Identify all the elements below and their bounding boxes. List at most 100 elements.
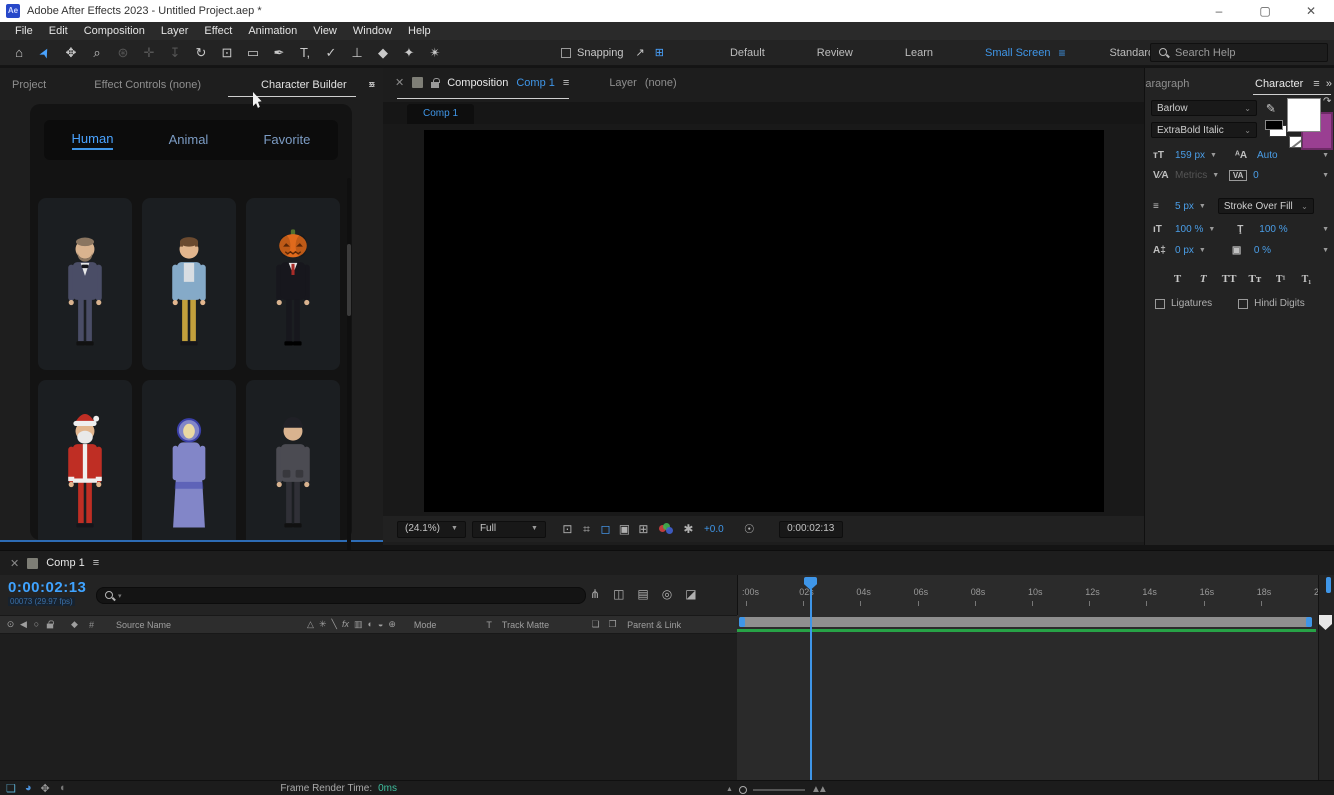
right-panel-overflow[interactable]: » — [1326, 78, 1330, 90]
zoom-slider-track[interactable] — [753, 789, 805, 791]
minimize-button[interactable]: – — [1196, 0, 1242, 22]
frame-blend-icon[interactable]: ▥ — [354, 619, 363, 630]
character-man-blue-jacket-mustard-pants[interactable] — [142, 198, 236, 370]
work-area-start-handle[interactable] — [739, 617, 745, 627]
fill-color-swatch[interactable] — [1287, 98, 1321, 132]
character-panel-menu-icon[interactable]: ≡ — [1313, 78, 1319, 90]
magnification-dropdown[interactable]: (24.1%)▼ — [397, 521, 466, 538]
kerning-value[interactable]: Metrics — [1175, 170, 1207, 181]
menu-edit[interactable]: Edit — [42, 25, 75, 37]
clone-stamp-tool[interactable]: ⊥ — [346, 43, 368, 63]
parent-pickwhip-icon[interactable]: ❏ — [589, 619, 602, 630]
tab-paragraph[interactable]: Paragraph — [1145, 78, 1197, 90]
pan-camera-tool[interactable]: ✛ — [138, 43, 160, 63]
menu-window[interactable]: Window — [346, 25, 399, 37]
tab-character[interactable]: Character — [1255, 78, 1303, 90]
timeline-zoom-control[interactable]: ▲ ▲▲ — [726, 784, 825, 795]
workspace-learn[interactable]: Learn — [879, 47, 959, 59]
audio-icon[interactable]: ◀ — [17, 619, 30, 631]
work-area-end-handle[interactable] — [1306, 617, 1312, 627]
puppet-pin-tool[interactable]: ✴ — [424, 43, 446, 63]
kerning-dropdown-arrow[interactable]: ▼ — [1212, 172, 1219, 179]
menu-view[interactable]: View — [306, 25, 344, 37]
view-layout-icon[interactable]: ⊞ — [634, 522, 653, 537]
solo-icon[interactable]: ○ — [30, 619, 43, 631]
superscript-button[interactable]: T¹ — [1270, 274, 1291, 285]
default-fill-stroke-swatch[interactable] — [1265, 120, 1287, 137]
character-man-navy-suit-bowtie[interactable] — [38, 198, 132, 370]
timeline-search-box[interactable]: ▾ — [96, 587, 586, 604]
quality-icon[interactable]: ╲ — [332, 619, 337, 630]
menu-effect[interactable]: Effect — [197, 25, 239, 37]
tsume-value[interactable]: 0 % — [1254, 245, 1271, 256]
motion-blur-icon[interactable]: ◎ — [662, 587, 672, 601]
zoom-out-mountain-icon[interactable]: ▲ — [726, 786, 733, 793]
viewer-timecode[interactable]: 0:00:02:13 — [779, 521, 843, 538]
dolly-camera-tool[interactable]: ↧ — [164, 43, 186, 63]
search-help-box[interactable]: Search Help — [1150, 43, 1328, 62]
hand-tool[interactable]: ✥ — [60, 43, 82, 63]
home-tool[interactable]: ⌂ — [8, 43, 30, 63]
font-size-dropdown-arrow[interactable]: ▼ — [1210, 152, 1217, 159]
category-tab-favorite[interactable]: Favorite — [263, 132, 310, 149]
hindi-digits-checkbox[interactable] — [1238, 299, 1248, 309]
fx-icon[interactable]: fx — [342, 619, 349, 630]
composition-close-icon[interactable]: ✕ — [395, 76, 404, 89]
zoom-in-mountain-icon[interactable]: ▲▲ — [811, 784, 825, 795]
adjustment-icon[interactable]: ◒ — [378, 619, 383, 630]
draft-3d-icon[interactable]: ◫ — [613, 587, 624, 601]
faux-italic-button[interactable]: T — [1193, 273, 1214, 285]
menu-animation[interactable]: Animation — [241, 25, 304, 37]
tab-composition[interactable]: Composition — [447, 77, 508, 89]
workspace-default[interactable]: Default — [704, 47, 791, 59]
font-family-dropdown[interactable]: Barlow⌄ — [1151, 100, 1257, 116]
eraser-tool[interactable]: ◆ — [372, 43, 394, 63]
category-tab-animal[interactable]: Animal — [169, 132, 209, 149]
global-performance-icon[interactable]: ✥ — [41, 782, 50, 795]
label-icon[interactable]: ◆ — [68, 619, 81, 630]
motion-blur-switch-icon[interactable]: ◐ — [367, 619, 372, 630]
tab-effect-controls[interactable]: Effect Controls (none) — [80, 79, 215, 91]
vertical-scrollbar[interactable] — [1326, 577, 1331, 593]
menu-composition[interactable]: Composition — [77, 25, 152, 37]
close-button[interactable]: ✕ — [1288, 0, 1334, 22]
preview-state-icon[interactable]: ◕ — [25, 782, 32, 795]
rotation-tool[interactable]: ↻ — [190, 43, 212, 63]
horizontal-scale-value[interactable]: 100 % — [1259, 224, 1287, 235]
workspace-review[interactable]: Review — [791, 47, 879, 59]
tab-project[interactable]: Project — [0, 79, 60, 91]
vertical-scale-value[interactable]: 100 % — [1175, 224, 1203, 235]
snail-icon[interactable]: ◖ — [59, 782, 66, 795]
tab-layer[interactable]: Layer — [609, 77, 637, 89]
workspace-menu-icon[interactable]: ≡ — [1058, 46, 1065, 60]
track-matte-header[interactable]: Track Matte — [502, 620, 549, 630]
eyedropper-icon[interactable]: ✐ — [1263, 103, 1277, 113]
parent-link-header[interactable]: Parent & Link — [627, 620, 681, 630]
region-icon[interactable]: ▣ — [615, 522, 634, 537]
font-size-value[interactable]: 159 px — [1175, 150, 1205, 161]
tsume-arrow[interactable]: ▼ — [1322, 247, 1329, 254]
snapshot-camera-icon[interactable]: ☉ — [740, 522, 759, 536]
horizontal-scale-arrow[interactable]: ▼ — [1322, 226, 1329, 233]
lock-icon[interactable] — [431, 82, 439, 88]
character-person-gray-jacket-hat[interactable] — [246, 380, 340, 540]
graph-editor-icon[interactable]: ◪ — [685, 587, 696, 601]
snapping-checkbox[interactable] — [561, 48, 571, 58]
layer-list-area[interactable] — [0, 634, 737, 780]
menu-layer[interactable]: Layer — [154, 25, 196, 37]
source-name-header[interactable]: Source Name — [116, 620, 171, 630]
channels-icon[interactable] — [659, 523, 673, 535]
render-flag-icon[interactable]: ❑ — [6, 782, 16, 795]
tracking-value[interactable]: 0 — [1253, 170, 1259, 181]
zoom-slider-knob[interactable] — [739, 786, 747, 794]
swap-fill-stroke-icon[interactable]: ↷ — [1323, 96, 1331, 107]
orbit-camera-tool[interactable]: ⊛ — [112, 43, 134, 63]
character-santa-claus[interactable] — [38, 380, 132, 540]
mode-header[interactable]: Mode — [414, 620, 437, 630]
tracking-dropdown-arrow[interactable]: ▼ — [1322, 172, 1329, 179]
baseline-shift-arrow[interactable]: ▼ — [1199, 247, 1206, 254]
pen-tool[interactable]: ✒ — [268, 43, 290, 63]
timeline-menu-icon[interactable]: ≡ — [93, 557, 99, 569]
shy-icon[interactable]: △ — [307, 619, 314, 630]
character-woman-purple-hijab[interactable] — [142, 380, 236, 540]
